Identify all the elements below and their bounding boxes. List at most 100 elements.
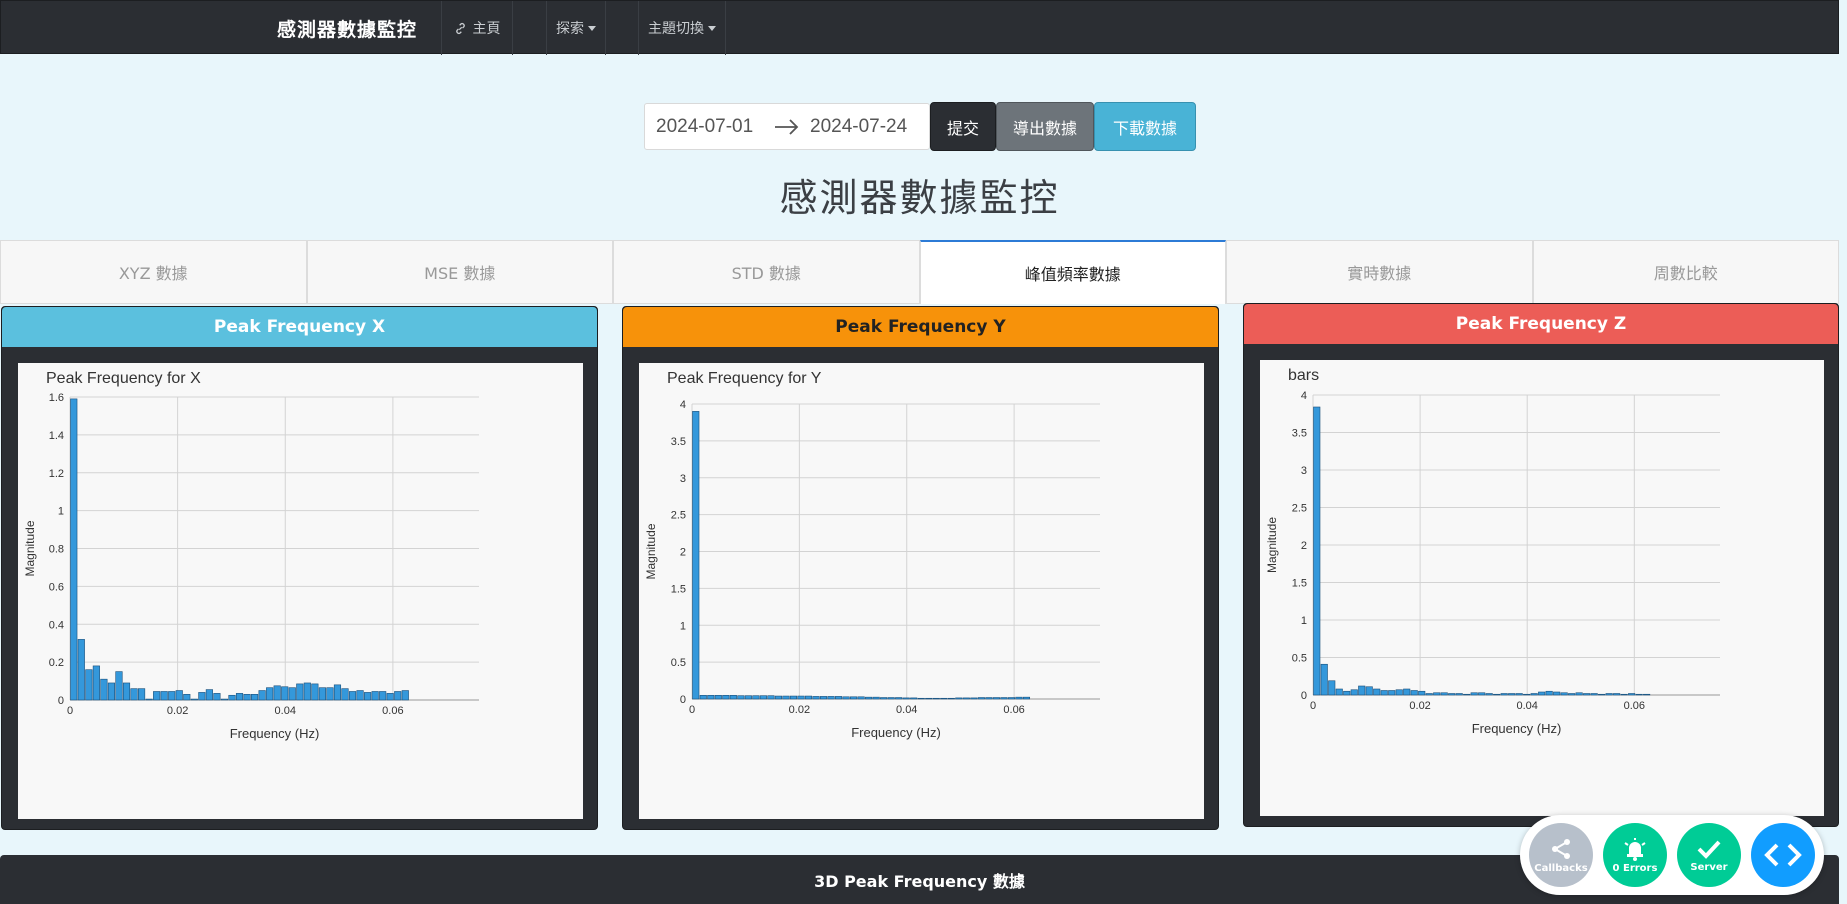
bar[interactable] — [243, 694, 251, 701]
bar[interactable] — [1373, 688, 1381, 696]
bar[interactable] — [273, 685, 281, 701]
bar[interactable] — [1605, 693, 1613, 696]
bar[interactable] — [107, 682, 116, 701]
chart-y-container[interactable]: Peak Frequency for Y 0 0.5 1 1.5 2 2.5 3 3.5 4 0 0.… — [639, 363, 1204, 819]
bar[interactable] — [707, 695, 715, 700]
bar[interactable] — [1620, 693, 1628, 696]
bar[interactable] — [175, 690, 183, 701]
bar[interactable] — [326, 687, 334, 701]
bar[interactable] — [1388, 690, 1396, 696]
bar[interactable] — [887, 697, 895, 700]
tab-std[interactable]: STD 數據 — [613, 240, 920, 304]
bar[interactable] — [138, 688, 146, 701]
tab-mse[interactable]: MSE 數據 — [306, 240, 613, 304]
bar[interactable] — [303, 682, 311, 701]
bar[interactable] — [774, 695, 782, 700]
bar[interactable] — [356, 690, 364, 701]
bar[interactable] — [970, 697, 978, 700]
bar[interactable] — [692, 411, 700, 700]
bar[interactable] — [1560, 692, 1568, 696]
bar[interactable] — [348, 691, 357, 701]
bar[interactable] — [804, 695, 813, 700]
bar[interactable] — [258, 690, 266, 701]
bar[interactable] — [1590, 693, 1598, 696]
bar[interactable] — [1598, 693, 1606, 696]
bar[interactable] — [1350, 689, 1358, 696]
bar[interactable] — [767, 695, 775, 700]
date-end-input[interactable]: 2024-07-24 — [810, 116, 907, 138]
bar[interactable] — [850, 696, 858, 700]
bar[interactable] — [782, 695, 790, 700]
tab-peak-frequency[interactable]: 峰值頻率數據 — [919, 240, 1226, 304]
bar[interactable] — [1313, 406, 1321, 696]
bar[interactable] — [1635, 693, 1643, 696]
bar[interactable] — [92, 665, 100, 701]
bar[interactable] — [1328, 680, 1336, 696]
server-button[interactable]: Server — [1677, 823, 1741, 887]
bar[interactable] — [977, 697, 985, 700]
chart-x-container[interactable]: Peak Frequency for X 0 0.2 0.4 0.6 0.8 1 1.2 1.4… — [18, 363, 583, 819]
bar[interactable] — [835, 696, 843, 700]
download-data-button[interactable]: 下載數據 — [1094, 102, 1196, 151]
bar[interactable] — [827, 696, 835, 700]
bar[interactable] — [1583, 693, 1591, 696]
bar[interactable] — [737, 695, 745, 700]
code-toggle-button[interactable] — [1751, 823, 1815, 887]
bar[interactable] — [394, 691, 402, 701]
bar[interactable] — [1358, 685, 1366, 696]
bar[interactable] — [213, 693, 221, 701]
bar[interactable] — [341, 688, 349, 701]
bar[interactable] — [1478, 692, 1486, 696]
bar[interactable] — [100, 678, 108, 701]
bar[interactable] — [160, 691, 168, 701]
bar[interactable] — [752, 695, 760, 700]
bar[interactable] — [1508, 693, 1516, 696]
bar[interactable] — [1380, 690, 1388, 696]
bar[interactable] — [1500, 693, 1508, 696]
bar[interactable] — [1410, 690, 1418, 696]
bar[interactable] — [819, 696, 828, 700]
bar[interactable] — [1440, 692, 1448, 696]
bar[interactable] — [1493, 693, 1501, 696]
bar[interactable] — [145, 698, 153, 701]
bar[interactable] — [1523, 693, 1531, 696]
bar[interactable] — [153, 691, 161, 701]
bar[interactable] — [865, 696, 873, 700]
bar[interactable] — [1568, 693, 1576, 696]
bar[interactable] — [1515, 693, 1523, 696]
bar[interactable] — [1335, 688, 1343, 696]
bar[interactable] — [699, 695, 707, 700]
bar[interactable] — [940, 697, 948, 700]
bar[interactable] — [947, 697, 955, 700]
export-data-button[interactable]: 導出數據 — [996, 102, 1094, 151]
chart-z[interactable]: bars 0 0.5 1 1.5 2 2.5 3 3.5 4 0 0.02 0.04 0.06 Freque… — [1260, 360, 1824, 816]
bar[interactable] — [1613, 693, 1621, 696]
callbacks-button[interactable]: Callbacks — [1529, 823, 1593, 887]
bar[interactable] — [1530, 693, 1538, 696]
bar[interactable] — [857, 696, 865, 700]
bar[interactable] — [1418, 690, 1426, 696]
bar[interactable] — [122, 682, 131, 701]
bar[interactable] — [722, 695, 730, 700]
bar[interactable] — [925, 697, 933, 700]
bar[interactable] — [880, 697, 888, 700]
bar[interactable] — [1433, 692, 1441, 696]
bar[interactable] — [220, 698, 229, 701]
bar[interactable] — [872, 696, 880, 700]
bar[interactable] — [318, 687, 326, 701]
bar[interactable] — [1545, 690, 1553, 696]
bar[interactable] — [714, 695, 722, 700]
bar[interactable] — [1448, 693, 1456, 696]
nav-theme-dropdown[interactable]: 主題切換 — [638, 1, 726, 55]
bar[interactable] — [1320, 663, 1328, 696]
bar[interactable] — [992, 697, 1000, 700]
bar[interactable] — [1485, 693, 1493, 696]
bar[interactable] — [379, 691, 387, 701]
bar[interactable] — [895, 697, 903, 700]
bar[interactable] — [198, 692, 206, 701]
bar[interactable] — [1395, 689, 1403, 696]
bar[interactable] — [744, 695, 752, 700]
bar[interactable] — [1538, 691, 1546, 696]
bar[interactable] — [1403, 688, 1411, 696]
bar[interactable] — [364, 692, 372, 701]
